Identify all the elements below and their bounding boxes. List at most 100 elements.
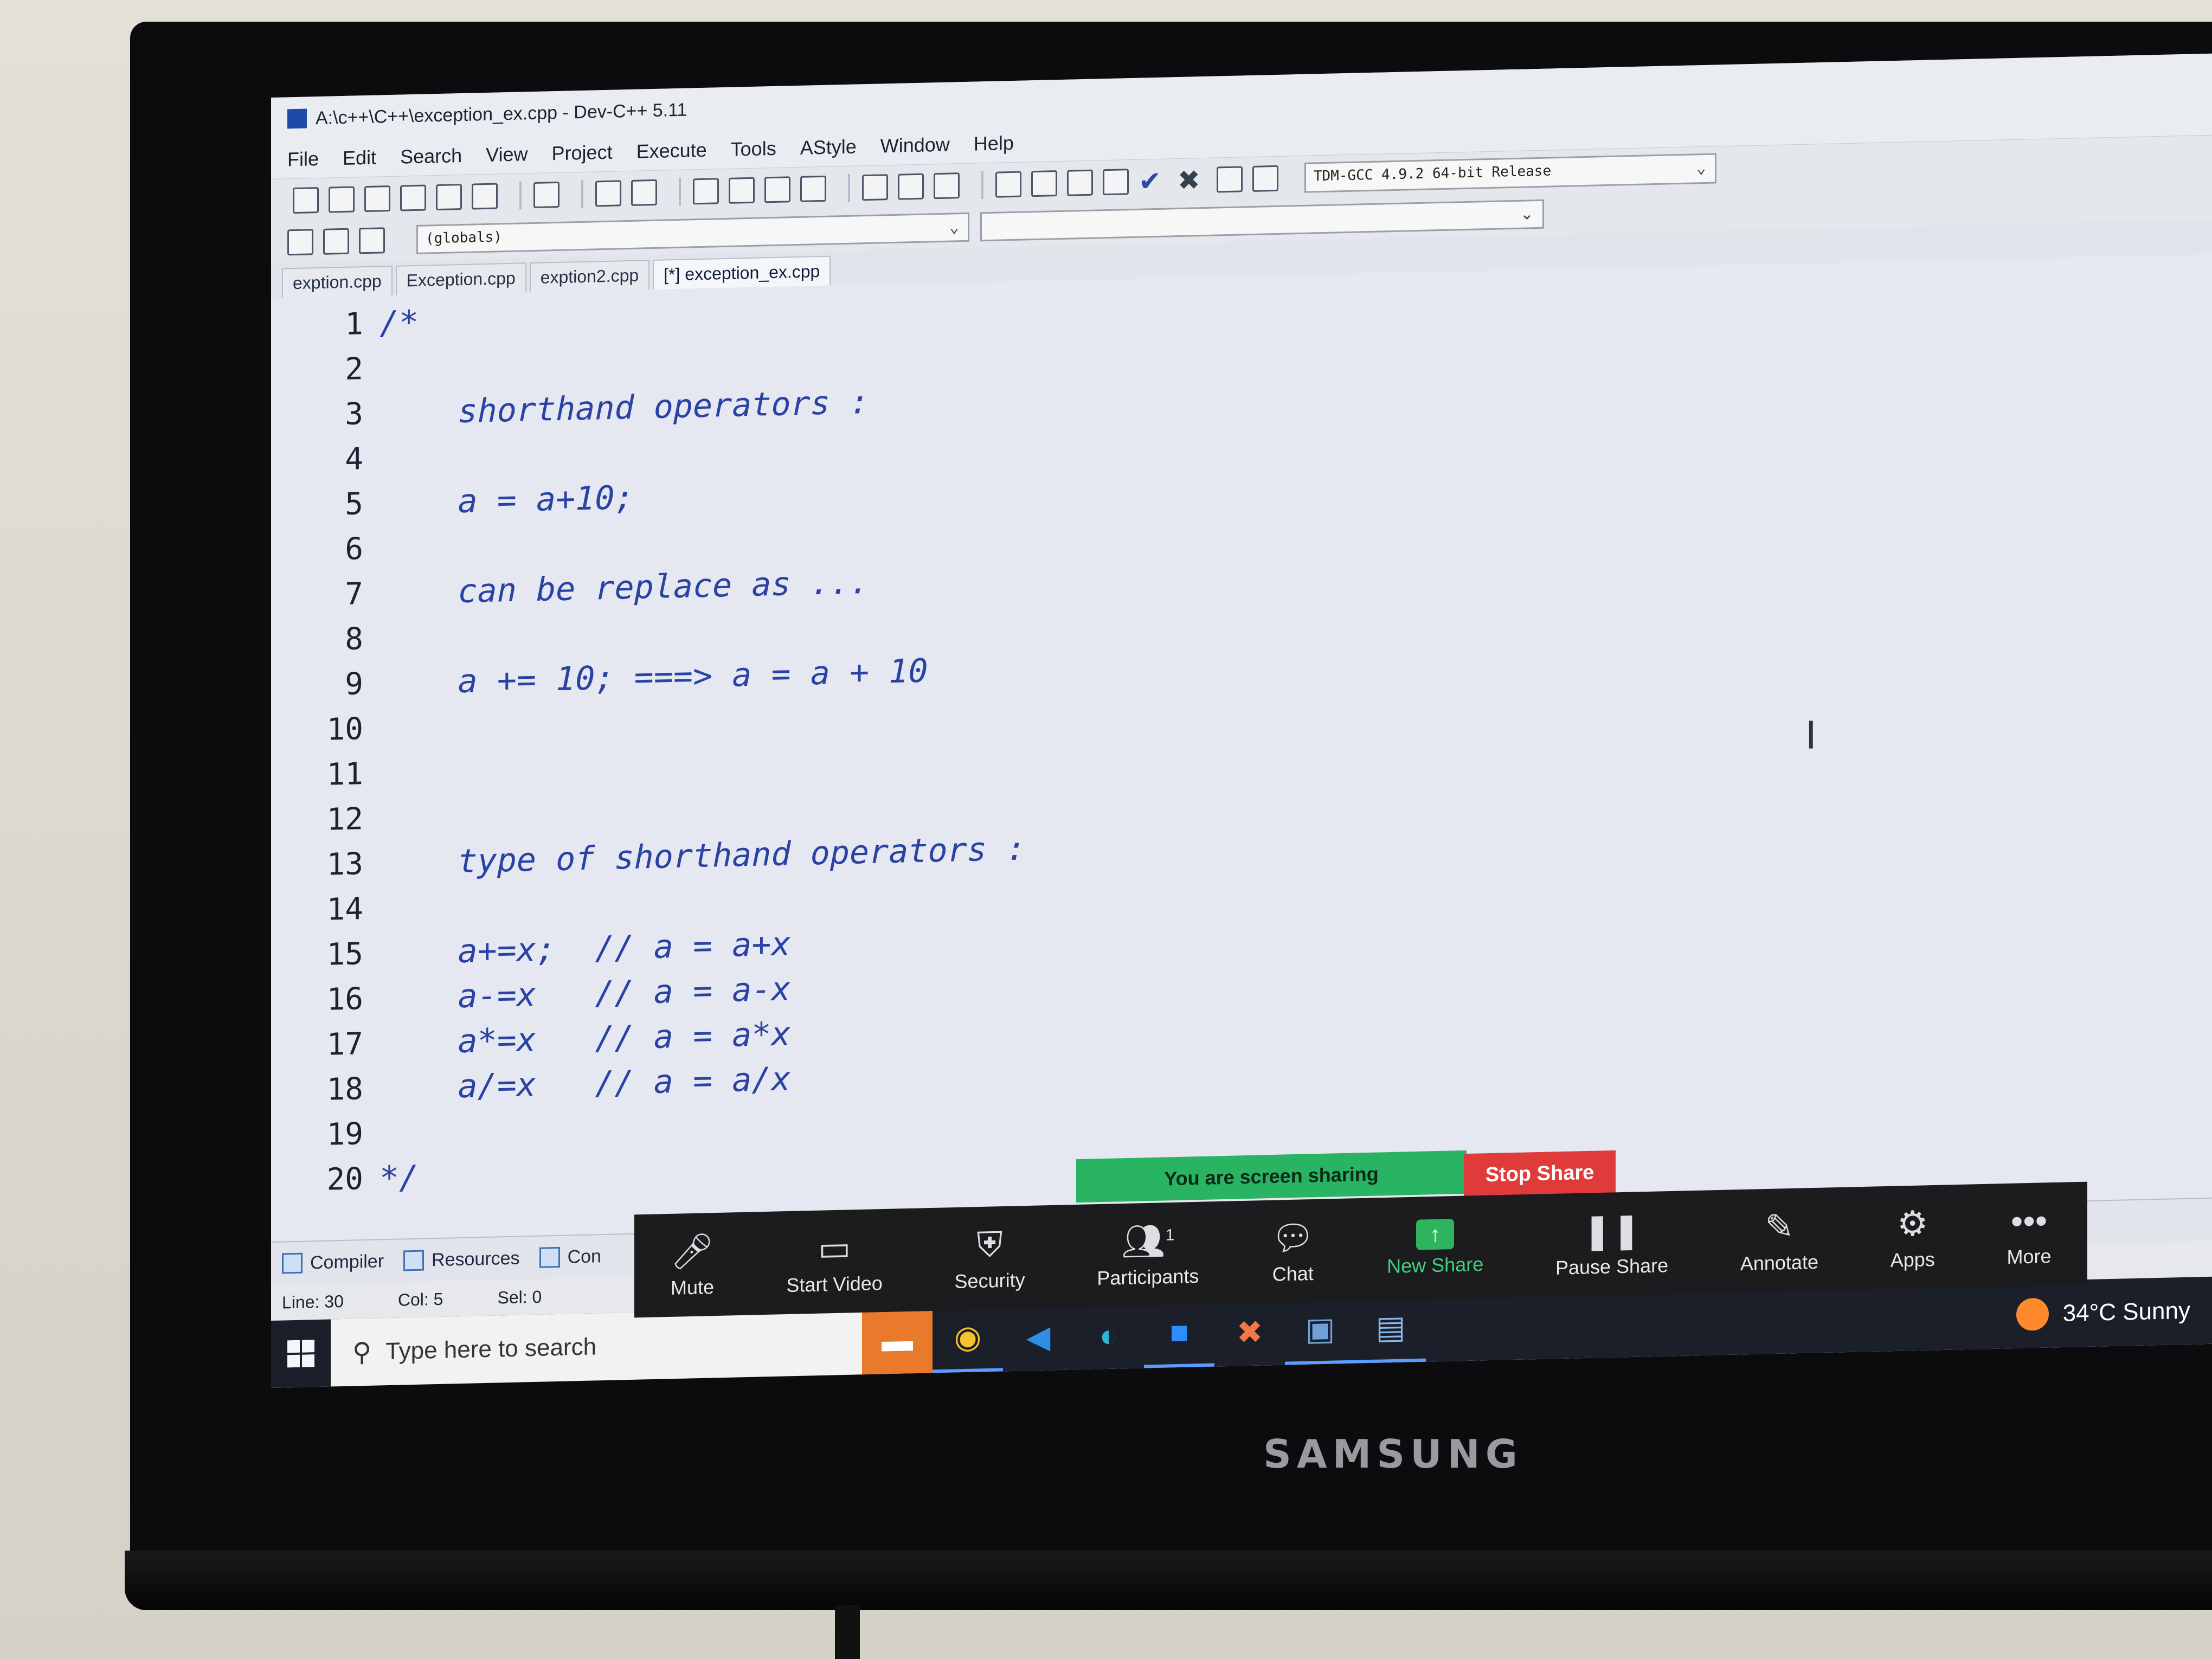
share-arrow-icon: ↑ xyxy=(1416,1219,1455,1250)
redo-icon[interactable] xyxy=(631,179,657,206)
devcpp-app-icon xyxy=(287,108,307,129)
edge-icon[interactable]: ◐ xyxy=(1073,1301,1144,1369)
open-file-icon[interactable] xyxy=(329,186,355,213)
screen-sharing-banner: You are screen sharing xyxy=(1076,1150,1467,1203)
shield-icon: ⛨ xyxy=(976,1224,1003,1264)
zoom-app-icon[interactable]: ■ xyxy=(1144,1299,1214,1368)
chevron-down-icon: ⌄ xyxy=(1520,205,1534,223)
status-line: Line: 30 xyxy=(282,1291,344,1313)
notepad-icon[interactable]: ▤ xyxy=(1355,1294,1426,1364)
menu-astyle[interactable]: AStyle xyxy=(800,135,857,159)
more-dots-icon: ••• xyxy=(2010,1201,2048,1241)
tab-exception[interactable]: Exception.cpp xyxy=(395,262,526,295)
members-select[interactable]: ⌄ xyxy=(980,199,1544,242)
replace-icon[interactable] xyxy=(729,177,755,204)
menu-execute[interactable]: Execute xyxy=(636,139,707,163)
compile-icon[interactable] xyxy=(995,171,1021,198)
participants-button[interactable]: 👥︎1 Participants xyxy=(1097,1219,1199,1289)
compile-log-chart-icon xyxy=(539,1246,560,1268)
toggle-bookmark-icon[interactable] xyxy=(359,227,385,254)
compile-run-icon[interactable] xyxy=(1067,169,1093,196)
line-number: 2 xyxy=(345,351,363,387)
chat-button[interactable]: 💬︎ Chat xyxy=(1271,1217,1315,1285)
bookmark-icon[interactable] xyxy=(800,175,826,202)
devcpp-taskbar-icon[interactable]: ▣ xyxy=(1285,1296,1355,1365)
indent-icon[interactable] xyxy=(862,173,888,201)
close-file-icon[interactable] xyxy=(436,183,462,210)
file-explorer-icon[interactable]: ▬ xyxy=(862,1306,933,1375)
chevron-down-icon: ⌄ xyxy=(949,217,959,237)
debug-icon[interactable] xyxy=(1252,165,1278,192)
menu-window[interactable]: Window xyxy=(880,133,950,158)
save-all-icon[interactable] xyxy=(400,184,426,211)
tab-exption2[interactable]: exption2.cpp xyxy=(529,260,650,293)
new-file-icon[interactable] xyxy=(293,187,319,214)
tab-compiler[interactable]: Compiler xyxy=(282,1251,384,1274)
print-icon[interactable] xyxy=(533,181,560,208)
new-share-button[interactable]: ↑ New Share xyxy=(1387,1218,1483,1278)
start-button[interactable] xyxy=(271,1320,331,1388)
new-project-icon[interactable] xyxy=(287,229,313,256)
pencil-icon: ✎ xyxy=(1765,1206,1794,1246)
unindent-icon[interactable] xyxy=(898,173,924,200)
toolbar-separator xyxy=(848,173,850,202)
sun-icon xyxy=(2016,1297,2049,1331)
stop-execution-icon[interactable]: ✖ xyxy=(1178,164,1200,196)
compiler-grid-icon xyxy=(282,1252,303,1274)
code-editor[interactable]: 1 2 3 4 5 6 7 8 9 10 11 12 13 14 15 16 17 18 19 20 /* short… xyxy=(271,254,2212,1242)
line-number: 12 xyxy=(326,801,363,838)
line-number: 5 xyxy=(345,486,363,522)
line-number: 16 xyxy=(326,981,363,1018)
participants-count: 1 xyxy=(1165,1225,1175,1244)
participants-label: Participants xyxy=(1097,1264,1199,1289)
vscode-icon[interactable]: ◀ xyxy=(1003,1302,1073,1371)
find-icon[interactable] xyxy=(693,177,719,204)
tab-exception-ex[interactable]: [*] exception_ex.cpp xyxy=(653,255,831,290)
tab-exption[interactable]: exption.cpp xyxy=(282,265,393,298)
undo-icon[interactable] xyxy=(595,179,621,207)
menu-file[interactable]: File xyxy=(287,147,319,171)
menu-tools[interactable]: Tools xyxy=(731,137,776,161)
menu-project[interactable]: Project xyxy=(552,141,613,165)
chevron-down-icon: ⌄ xyxy=(1696,158,1706,177)
compiler-select[interactable]: TDM-GCC 4.9.2 64-bit Release ⌄ xyxy=(1304,153,1716,193)
menu-search[interactable]: Search xyxy=(400,144,462,169)
more-button[interactable]: ••• More xyxy=(2007,1200,2052,1269)
save-icon[interactable] xyxy=(364,185,390,212)
taskbar-search-box[interactable]: ⚲ Type here to search xyxy=(331,1307,862,1387)
apps-button[interactable]: ⚙ Apps xyxy=(1891,1203,1935,1271)
insert-code-icon[interactable] xyxy=(323,228,349,255)
goto-line-icon[interactable] xyxy=(764,176,790,203)
syntax-check-icon[interactable]: ✔ xyxy=(1139,165,1161,197)
pause-share-button[interactable]: ❚❚ Pause Share xyxy=(1555,1209,1668,1279)
monitor-lip xyxy=(125,1551,2212,1610)
menu-view[interactable]: View xyxy=(486,143,528,166)
chrome-icon[interactable]: ◉ xyxy=(933,1304,1003,1373)
text-cursor-icon: I xyxy=(1805,713,1817,758)
annotate-button[interactable]: ✎ Annotate xyxy=(1740,1205,1818,1275)
weather-widget[interactable]: 34°C Sunny xyxy=(2016,1294,2212,1331)
monitor-brand: SAMSUNG xyxy=(1263,1431,1523,1477)
mute-button[interactable]: 🎤︎ Mute xyxy=(670,1231,714,1300)
run-icon[interactable] xyxy=(1031,170,1057,197)
globals-select[interactable]: (globals) ⌄ xyxy=(416,212,969,254)
tab-resources[interactable]: Resources xyxy=(403,1248,520,1271)
menu-edit[interactable]: Edit xyxy=(343,146,376,170)
toolbar-separator xyxy=(679,177,681,206)
close-all-icon[interactable] xyxy=(472,183,498,210)
rebuild-icon[interactable] xyxy=(1103,168,1129,195)
profile-chart-icon[interactable] xyxy=(1216,165,1243,192)
screen-sharing-text: You are screen sharing xyxy=(1164,1162,1379,1190)
line-number: 7 xyxy=(345,576,363,612)
security-button[interactable]: ⛨ Security xyxy=(955,1224,1025,1293)
code-area[interactable]: /* shorthand operators : a = a+10; can b… xyxy=(380,286,1026,1201)
line-number: 17 xyxy=(326,1026,363,1063)
tab-compile-log[interactable]: Con xyxy=(539,1246,601,1269)
start-video-label: Start Video xyxy=(786,1271,883,1296)
stop-share-button[interactable]: Stop Share xyxy=(1464,1150,1616,1198)
line-number: 18 xyxy=(326,1071,363,1108)
toggle-comment-icon[interactable] xyxy=(934,172,960,199)
start-video-button[interactable]: ▭ Start Video xyxy=(786,1227,882,1297)
xampp-icon[interactable]: ✖ xyxy=(1214,1298,1285,1367)
menu-help[interactable]: Help xyxy=(974,132,1014,156)
